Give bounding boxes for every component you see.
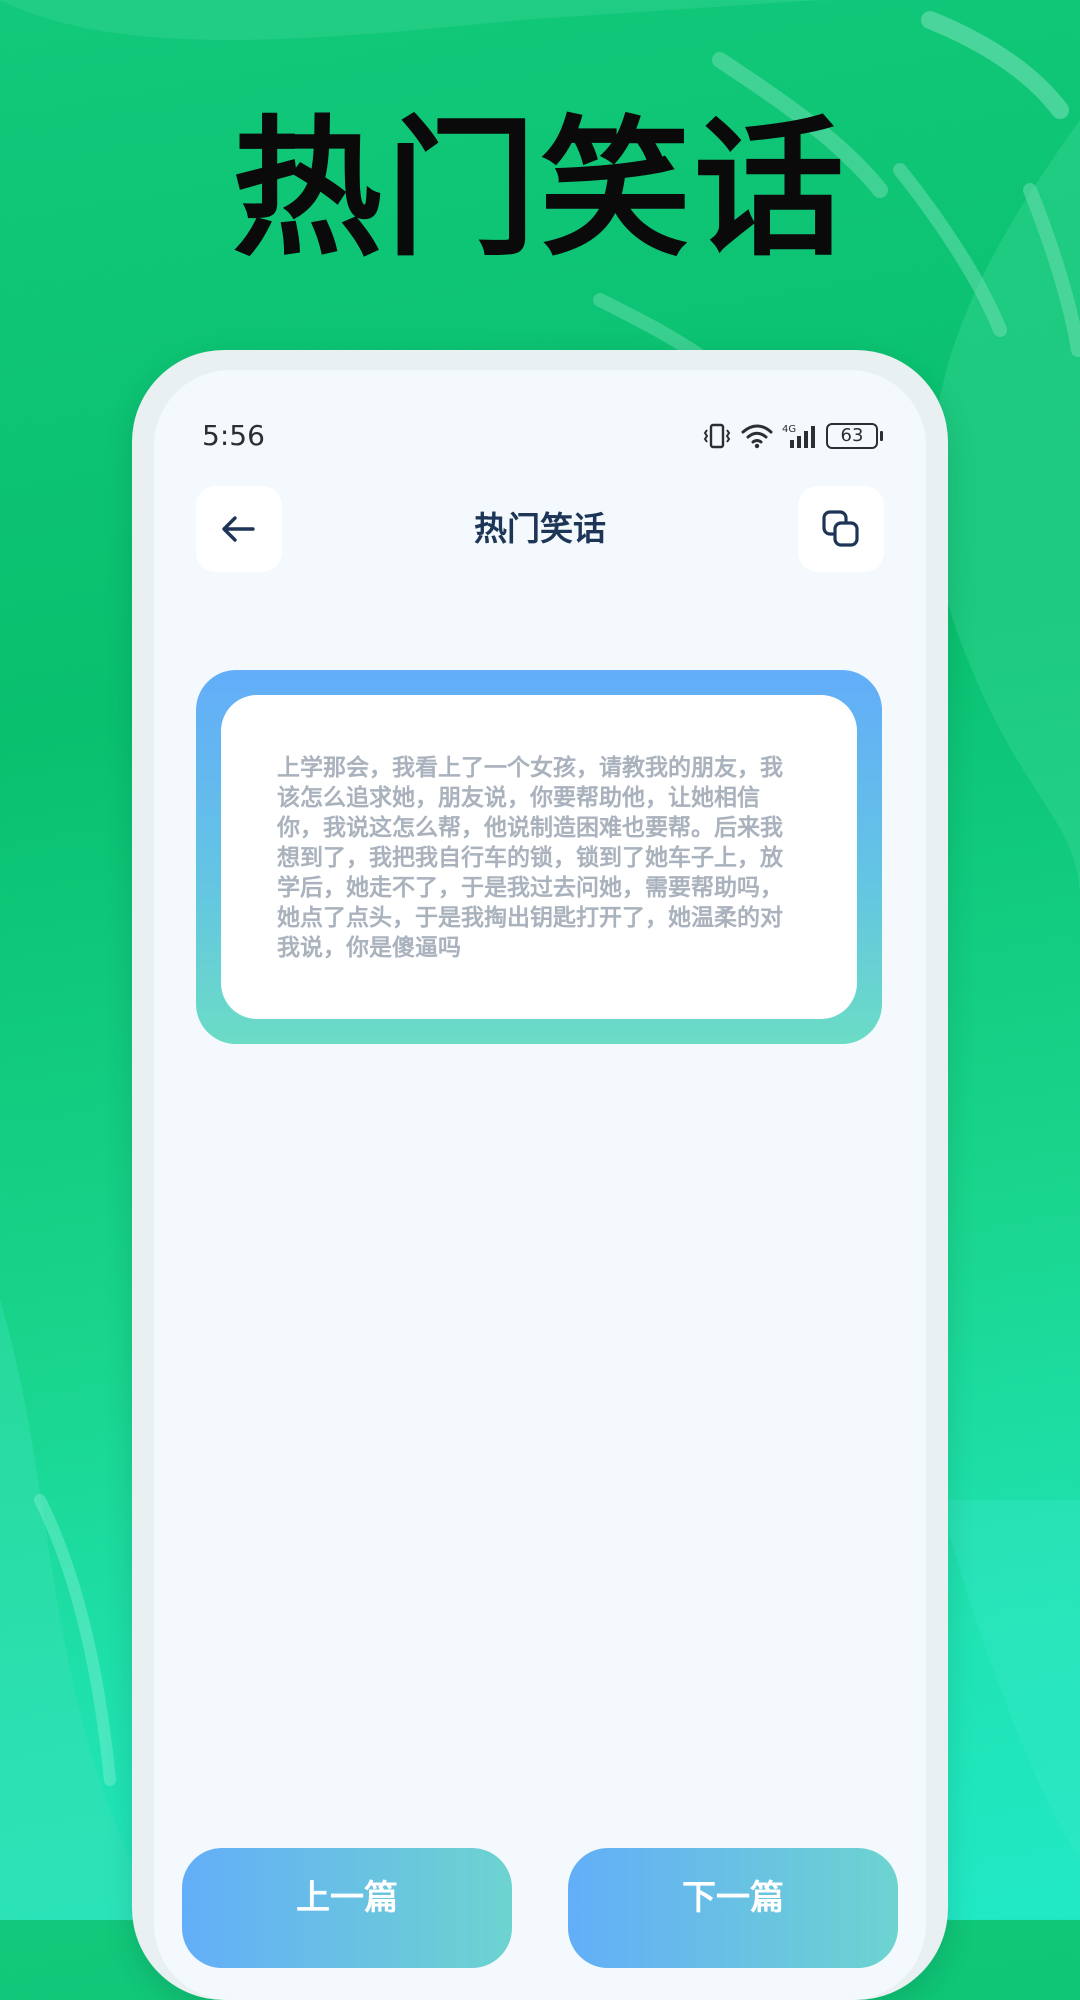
status-icons: 4G 63 — [702, 420, 883, 452]
next-button[interactable]: 下一篇 — [568, 1848, 898, 1968]
joke-text: 上学那会，我看上了一个女孩，请教我的朋友，我该怎么追求她，朋友说，你要帮助他，让… — [277, 755, 783, 961]
phone-mockup: 5:56 4G 63 热门笑话 上学那会，我看上了一个女孩，请教我的朋友，我该怎… — [132, 350, 948, 2000]
network-label: 4G — [782, 424, 796, 435]
previous-button[interactable]: 上一篇 — [182, 1848, 512, 1968]
wifi-icon — [741, 424, 773, 449]
back-button[interactable] — [196, 486, 282, 572]
copy-button[interactable] — [798, 486, 884, 572]
signal-icon: 4G — [782, 424, 815, 448]
arrow-left-icon — [222, 516, 255, 542]
phone-screen: 5:56 4G 63 热门笑话 上学那会，我看上了一个女孩，请教我的朋友，我该怎… — [154, 370, 926, 2000]
hero-title: 热门笑话 — [231, 103, 848, 277]
page-title: 热门笑话 — [474, 509, 606, 548]
copy-icon — [822, 510, 859, 547]
joke-card: 上学那会，我看上了一个女孩，请教我的朋友，我该怎么追求她，朋友说，你要帮助他，让… — [196, 670, 882, 1044]
status-bar: 5:56 4G 63 — [202, 414, 883, 458]
joke-card-body: 上学那会，我看上了一个女孩，请教我的朋友，我该怎么追求她，朋友说，你要帮助他，让… — [221, 695, 857, 1019]
battery-icon: 63 — [826, 423, 883, 449]
vibrate-icon — [703, 423, 731, 449]
status-time: 5:56 — [202, 419, 265, 452]
